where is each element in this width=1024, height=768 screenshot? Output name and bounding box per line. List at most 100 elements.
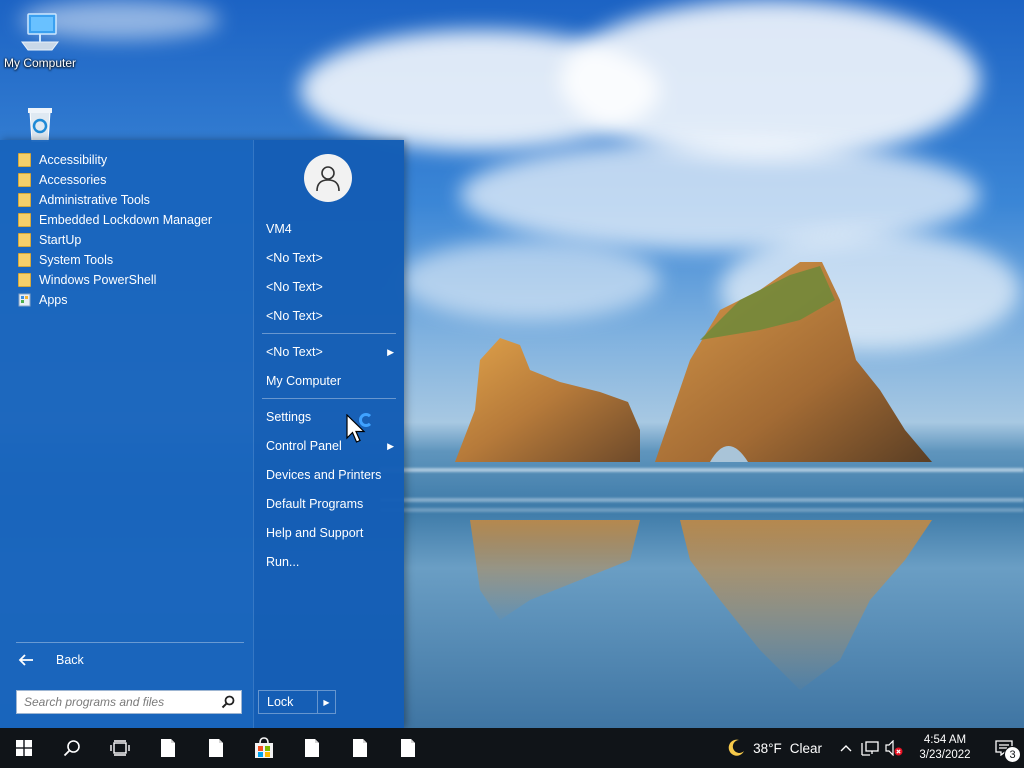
start-menu-places-pane: VM4 <No Text> <No Text> <No Text> <No Te…: [254, 140, 404, 728]
folder-icon: [18, 213, 31, 227]
action-center-button[interactable]: 3: [984, 728, 1024, 768]
menu-item-no-text-2[interactable]: <No Text>: [266, 276, 396, 298]
folder-icon: [18, 253, 31, 267]
chevron-right-icon: ▶: [387, 440, 394, 451]
busy-spinner-icon: [359, 413, 373, 427]
program-item-accessibility[interactable]: Accessibility: [18, 150, 212, 170]
desktop-icon-my-computer[interactable]: My Computer: [0, 10, 80, 70]
task-view-icon: [110, 740, 130, 756]
menu-item-label: Control Panel: [266, 439, 342, 453]
menu-item-devices-and-printers[interactable]: Devices and Printers: [266, 464, 396, 486]
programs-list: Accessibility Accessories Administrative…: [18, 150, 212, 310]
taskbar-app-blank-5[interactable]: [384, 728, 432, 768]
user-name-item[interactable]: VM4: [266, 218, 396, 240]
menu-item-label: Help and Support: [266, 526, 364, 540]
menu-item-settings[interactable]: Settings: [266, 406, 396, 428]
taskbar: 38°F Clear 4:54 AM 3/23/2022 3: [0, 728, 1024, 768]
file-icon: [353, 739, 367, 757]
folder-icon: [18, 233, 31, 247]
taskbar-app-blank-1[interactable]: [144, 728, 192, 768]
network-button[interactable]: [858, 728, 882, 768]
program-item-label: System Tools: [39, 253, 114, 267]
program-item-windows-powershell[interactable]: Windows PowerShell: [18, 270, 212, 290]
program-item-label: Apps: [39, 293, 68, 307]
moon-icon: [728, 739, 745, 756]
computer-icon: [21, 13, 59, 51]
user-icon: [316, 166, 340, 192]
menu-item-label: Default Programs: [266, 497, 364, 511]
menu-item-default-programs[interactable]: Default Programs: [266, 493, 396, 515]
chevron-right-icon[interactable]: ▶: [317, 691, 335, 713]
volume-button[interactable]: [882, 728, 906, 768]
show-hidden-icons-button[interactable]: [834, 728, 858, 768]
lock-button[interactable]: Lock: [259, 691, 317, 713]
menu-item-label: <No Text>: [266, 345, 323, 359]
program-item-startup[interactable]: StartUp: [18, 230, 212, 250]
separator: [16, 642, 244, 643]
clock[interactable]: 4:54 AM 3/23/2022: [910, 733, 980, 763]
menu-item-label: My Computer: [266, 374, 342, 388]
back-label: Back: [56, 653, 84, 667]
wallpaper-wave: [380, 508, 1024, 512]
chevron-right-icon: ▶: [387, 346, 394, 357]
wallpaper-wave: [380, 498, 1024, 502]
arrow-left-icon: [18, 654, 34, 666]
folder-icon: [18, 153, 31, 167]
menu-item-control-panel[interactable]: Control Panel ▶: [266, 435, 396, 457]
lock-button-group: Lock ▶: [258, 690, 336, 714]
network-icon: [861, 741, 879, 756]
menu-item-label: Run...: [266, 555, 300, 569]
desktop-icon-recycle-bin[interactable]: [0, 104, 80, 142]
separator: [262, 398, 396, 399]
search-icon[interactable]: [221, 695, 235, 709]
store-icon: [255, 737, 273, 758]
program-item-label: Administrative Tools: [39, 193, 150, 207]
menu-item-label: <No Text>: [266, 251, 323, 265]
user-name-label: VM4: [266, 222, 292, 236]
volume-muted-icon: [885, 740, 903, 756]
start-button[interactable]: [0, 728, 48, 768]
folder-icon: [18, 173, 31, 187]
weather-condition: Clear: [789, 740, 822, 756]
menu-item-label: Devices and Printers: [266, 468, 382, 482]
file-icon: [161, 739, 175, 757]
menu-item-help-and-support[interactable]: Help and Support: [266, 522, 396, 544]
recycle-bin-icon: [28, 108, 52, 142]
file-icon: [305, 739, 319, 757]
program-item-label: Accessories: [39, 173, 107, 187]
taskbar-app-blank-2[interactable]: [192, 728, 240, 768]
menu-item-run[interactable]: Run...: [266, 551, 396, 573]
program-item-label: Embedded Lockdown Manager: [39, 213, 213, 227]
taskbar-app-blank-4[interactable]: [336, 728, 384, 768]
weather-temperature: 38°F: [753, 740, 782, 756]
file-icon: [401, 739, 415, 757]
menu-item-no-text-1[interactable]: <No Text>: [266, 247, 396, 269]
weather-widget[interactable]: 38°F Clear: [727, 739, 822, 757]
program-item-system-tools[interactable]: System Tools: [18, 250, 212, 270]
task-view-button[interactable]: [96, 728, 144, 768]
user-avatar[interactable]: [304, 154, 352, 202]
search-box[interactable]: [16, 690, 242, 714]
program-item-apps[interactable]: Apps: [18, 290, 212, 310]
separator: [262, 333, 396, 334]
program-item-accessories[interactable]: Accessories: [18, 170, 212, 190]
start-menu: Accessibility Accessories Administrative…: [0, 140, 404, 728]
clock-time: 4:54 AM: [923, 734, 967, 746]
back-button[interactable]: Back: [18, 650, 84, 670]
taskbar-app-blank-3[interactable]: [288, 728, 336, 768]
folder-icon: [18, 273, 31, 287]
desktop-icon-label: My Computer: [3, 56, 77, 70]
folder-icon: [18, 193, 31, 207]
taskbar-app-store[interactable]: [240, 728, 288, 768]
program-item-administrative-tools[interactable]: Administrative Tools: [18, 190, 212, 210]
menu-item-no-text-4[interactable]: <No Text> ▶: [266, 341, 396, 363]
program-item-embedded-lockdown-manager[interactable]: Embedded Lockdown Manager: [18, 210, 212, 230]
apps-icon: [18, 293, 31, 307]
menu-item-my-computer[interactable]: My Computer: [266, 370, 396, 392]
search-input[interactable]: [24, 695, 214, 709]
menu-item-label: Settings: [266, 410, 312, 424]
menu-item-label: <No Text>: [266, 280, 323, 294]
search-icon: [63, 740, 80, 757]
search-button[interactable]: [48, 728, 96, 768]
menu-item-no-text-3[interactable]: <No Text>: [266, 305, 396, 327]
